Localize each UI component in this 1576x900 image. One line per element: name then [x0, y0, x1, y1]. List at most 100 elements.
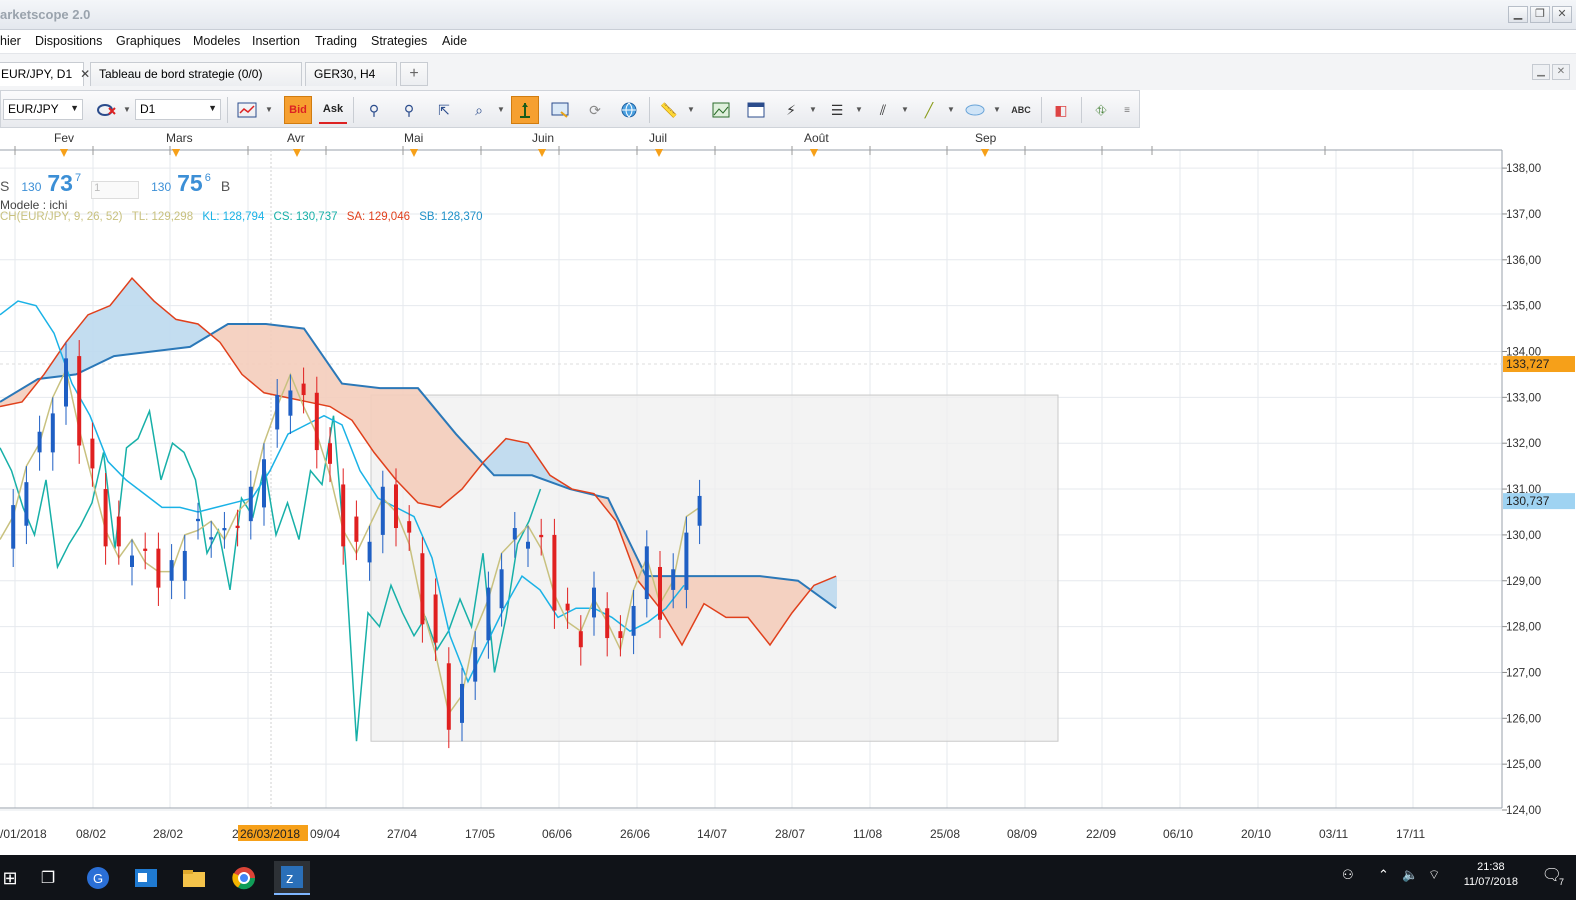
ichimoku-cloud-segment — [741, 576, 744, 618]
image-icon[interactable] — [707, 96, 735, 124]
file-explorer-icon[interactable] — [176, 861, 212, 895]
menu-trading[interactable]: Trading — [315, 34, 357, 48]
chrome-icon[interactable] — [226, 861, 262, 895]
chevron-down-icon[interactable]: ▼ — [497, 105, 505, 114]
cursor-icon[interactable]: ⇱ — [430, 96, 458, 124]
date-label: 2 — [232, 827, 239, 841]
chevron-up-icon[interactable]: ⌃ — [1378, 867, 1389, 883]
chevron-down-icon[interactable]: ▼ — [901, 105, 909, 114]
ichimoku-cloud-segment — [792, 580, 795, 613]
zoom-area-icon[interactable]: ⌕ — [465, 96, 493, 124]
tab-strategy-dashboard[interactable]: Tableau de bord strategie (0/0) — [90, 62, 302, 86]
ichimoku-cloud-segment — [99, 308, 102, 364]
app-icon-blue[interactable]: G — [80, 861, 116, 895]
ichimoku-cloud-segment — [444, 419, 447, 505]
chevron-down-icon[interactable]: ▼ — [123, 105, 131, 114]
sell-price[interactable]: 73 — [47, 170, 73, 197]
chevron-down-icon[interactable]: ▼ — [687, 105, 695, 114]
ichimoku-cloud-segment — [780, 578, 783, 631]
zoom-out-icon[interactable]: ⚲ — [395, 96, 423, 124]
taskbar-clock[interactable]: 21:38 11/07/2018 — [1464, 860, 1518, 890]
price-label: 133,727 — [1506, 357, 1550, 371]
trendline-icon[interactable]: ╱ — [915, 96, 943, 124]
eraser-icon[interactable]: ◧ — [1047, 96, 1075, 124]
restore-button[interactable]: ❐ — [1530, 6, 1550, 23]
ichimoku-cloud-segment — [312, 340, 315, 404]
ichimoku-cloud-segment — [453, 430, 456, 497]
chart-type-icon[interactable] — [233, 96, 261, 124]
chevron-down-icon[interactable]: ▼ — [855, 105, 863, 114]
month-marker-icon — [293, 149, 301, 157]
y-tick-label: 127,00 — [1506, 667, 1541, 679]
chevron-down-icon[interactable]: ▼ — [265, 105, 273, 114]
hierarchy-icon[interactable]: ⛗ — [1087, 96, 1115, 124]
crosshair-icon[interactable] — [511, 96, 539, 124]
outlook-icon[interactable] — [128, 861, 164, 895]
refresh-icon[interactable]: ⟳ — [581, 96, 609, 124]
timeframe-select[interactable]: D1 ▼ — [135, 99, 221, 120]
menu-fichier[interactable]: hier — [0, 34, 21, 48]
properties-icon[interactable] — [546, 96, 574, 124]
menu-modeles[interactable]: Modeles — [193, 34, 240, 48]
ichimoku-cloud-segment — [714, 576, 717, 612]
text-label-icon[interactable]: ABC — [1007, 96, 1035, 124]
ask-button[interactable]: Ask — [319, 96, 347, 124]
ruler-icon[interactable]: 📏 — [655, 96, 683, 124]
menu-aide[interactable]: Aide — [442, 34, 467, 48]
menu-graphiques[interactable]: Graphiques — [116, 34, 181, 48]
add-tab-button[interactable]: + — [400, 62, 428, 86]
bid-button[interactable]: Bid — [284, 96, 312, 124]
people-icon[interactable]: ⚇ — [1342, 867, 1354, 883]
volume-icon[interactable]: 🔈 — [1402, 867, 1418, 883]
buy-pip: 6 — [204, 172, 211, 184]
candle-body — [37, 431, 42, 453]
chart-canvas[interactable]: 138,00137,00136,00135,00134,00133,00132,… — [0, 128, 1576, 848]
ichimoku-cloud-segment — [384, 388, 387, 469]
close-button[interactable]: ✕ — [1552, 6, 1572, 23]
menu-dispositions[interactable]: Dispositions — [35, 34, 102, 48]
candle-body — [301, 383, 306, 396]
zoom-in-icon[interactable]: ⚲ — [360, 96, 388, 124]
ichimoku-cloud-segment — [336, 374, 339, 413]
windows-start-icon[interactable]: ⊞ — [0, 861, 28, 895]
tab-ger30[interactable]: GER30, H4 — [305, 62, 397, 86]
panel-minimize-button[interactable]: ▁ — [1532, 64, 1550, 80]
ichimoku-cloud-segment — [423, 394, 426, 505]
hide-indicator-icon[interactable] — [93, 96, 121, 124]
panel-close-button[interactable]: ✕ — [1552, 64, 1570, 80]
ichimoku-cloud-segment — [705, 576, 708, 607]
ichimoku-cloud-segment — [696, 576, 699, 619]
toolbar-overflow-icon[interactable]: ≡ — [1117, 96, 1137, 124]
menu-strategies[interactable]: Strategies — [371, 34, 427, 48]
chevron-down-icon[interactable]: ▼ — [809, 105, 817, 114]
ellipse-icon[interactable] — [961, 96, 989, 124]
fibonacci-icon[interactable]: ⚡ — [777, 96, 805, 124]
window-layout-icon[interactable] — [742, 96, 770, 124]
channel-icon[interactable]: ⫽ — [869, 96, 897, 124]
ichimoku-cloud-segment — [165, 310, 168, 350]
ichimoku-cloud-segment — [498, 443, 501, 476]
wifi-icon[interactable]: ⌔ — [1428, 867, 1440, 883]
chevron-down-icon[interactable]: ▼ — [993, 105, 1001, 114]
date-label: 11/08 — [853, 827, 882, 841]
ichimoku-cloud-segment — [420, 390, 423, 504]
minimize-button[interactable]: ▁ — [1508, 6, 1528, 23]
buy-price[interactable]: 75 — [177, 170, 203, 197]
ichimoku-cloud-segment — [306, 331, 309, 403]
ichimoku-cloud-segment — [744, 576, 747, 618]
marketscope-app-icon[interactable]: z — [274, 861, 310, 895]
amount-input[interactable]: 1 — [91, 181, 140, 199]
candle-body — [103, 489, 108, 547]
close-icon[interactable]: ✕ — [80, 67, 90, 81]
tab-eurjpy[interactable]: EUR/JPY, D1 ✕ — [0, 62, 90, 86]
task-view-icon[interactable]: ❐ — [30, 861, 66, 895]
price-chart[interactable]: 138,00 137,00 136,00 135,00 134,00 133,00 132,… — [0, 128, 1576, 848]
ichimoku-cloud-segment — [102, 307, 105, 362]
menu-insertion[interactable]: Insertion — [252, 34, 300, 48]
symbol-select[interactable]: EUR/JPY ▼ — [3, 99, 83, 120]
chevron-down-icon[interactable]: ▼ — [947, 105, 955, 114]
ichimoku-cloud-segment — [432, 405, 435, 507]
sell-big-figure: 130 — [21, 180, 42, 194]
globe-icon[interactable] — [615, 96, 643, 124]
lines-icon[interactable]: ☰ — [823, 96, 851, 124]
